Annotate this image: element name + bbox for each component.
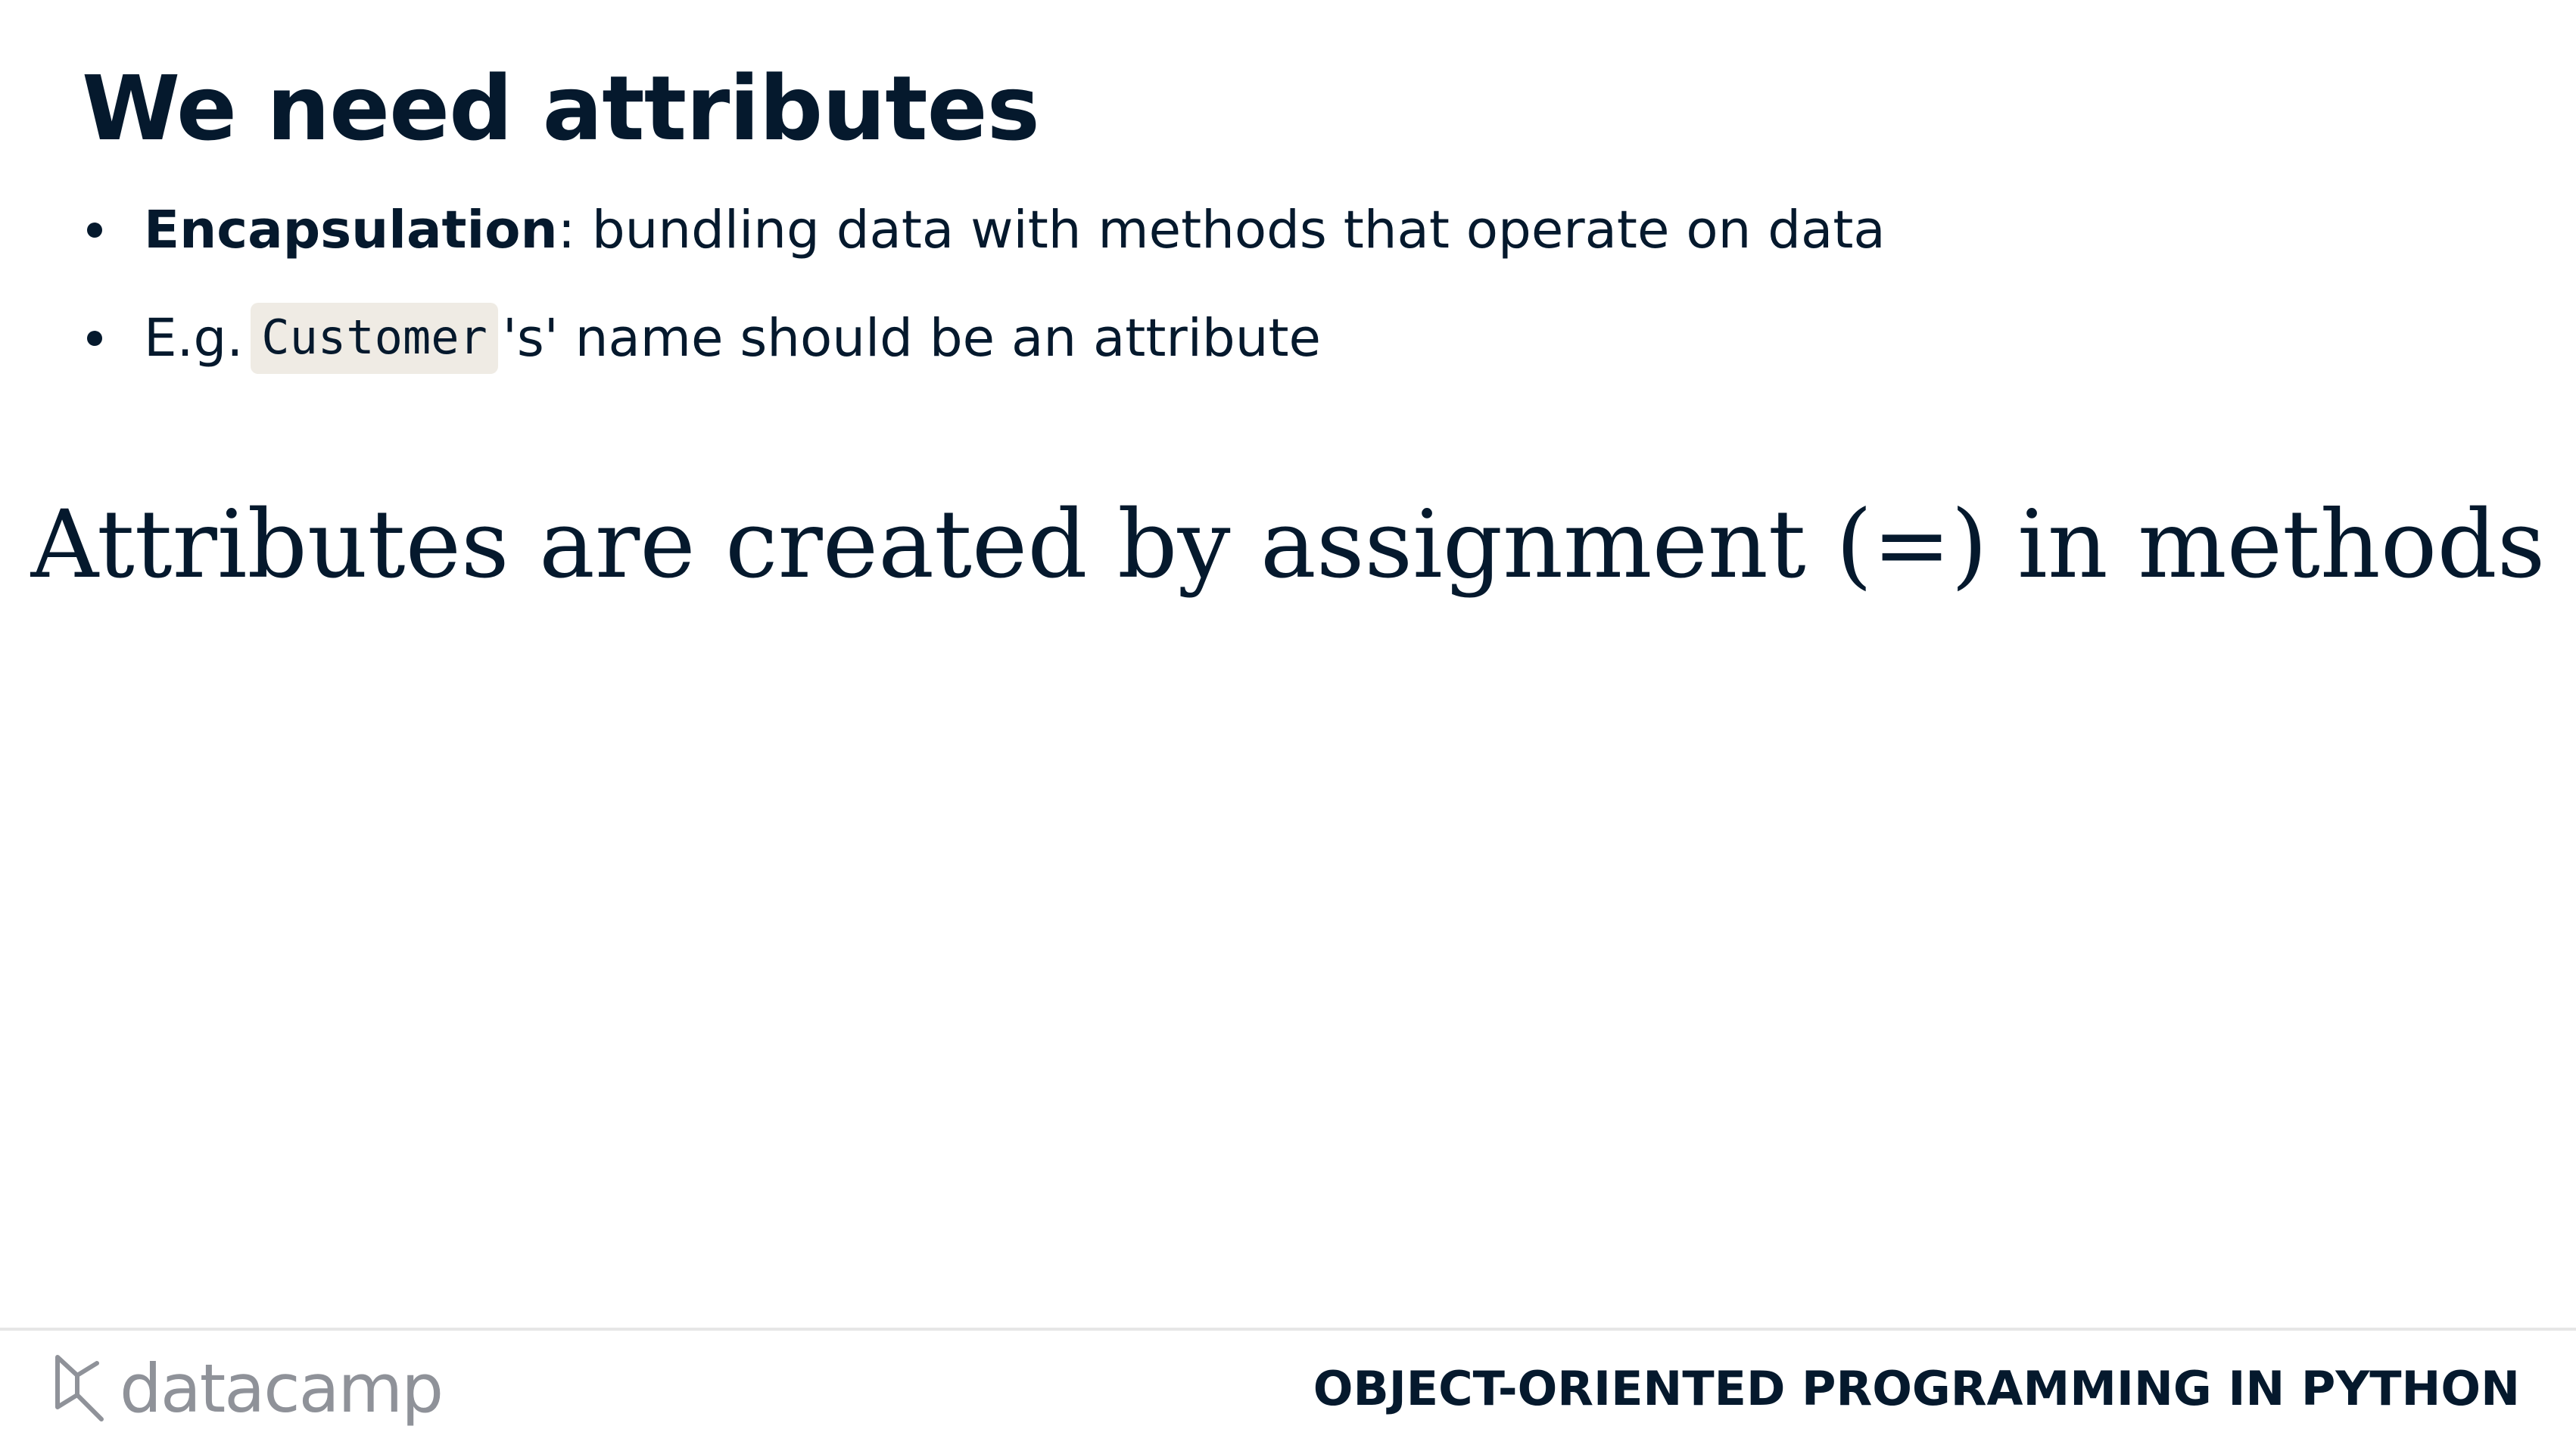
brand: datacamp [51,1350,444,1428]
bullet-text: bundling data with methods that operate … [575,200,1886,260]
brand-name: datacamp [120,1350,444,1428]
bullet-suffix: 's' name should be an attribute [502,308,1321,369]
bullet-term-colon: : [557,200,575,260]
bullet-prefix: E.g. [144,308,244,369]
bullet-example: E.g. Customer's' name should be an attrib… [82,296,1886,381]
bullet-dot [87,331,102,346]
bullet-encapsulation: Encapsulation: bundling data with method… [82,188,1886,272]
course-title: OBJECT-ORIENTED PROGRAMMING IN PYTHON [1313,1361,2520,1416]
footer-divider [0,1328,2576,1331]
slide-title: We need attributes [82,56,1040,160]
bullet-list: Encapsulation: bundling data with method… [82,188,1886,404]
bullet-dot [87,223,102,238]
inline-code: Customer [251,302,498,374]
key-statement: Attributes are created by assignment (=)… [30,490,2546,599]
bullet-term: Encapsulation [144,200,558,260]
datacamp-logo-icon [55,1355,104,1421]
